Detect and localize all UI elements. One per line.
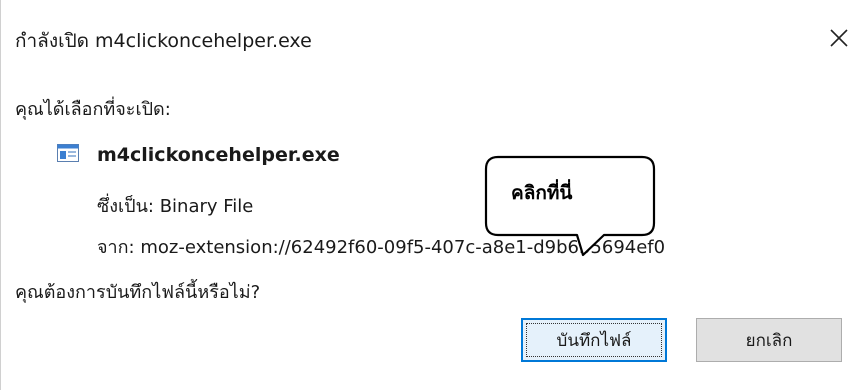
close-button[interactable] <box>819 18 859 58</box>
file-type-value: Binary File <box>159 196 254 217</box>
application-window-icon <box>57 144 79 162</box>
cancel-button[interactable]: ยกเลิก <box>696 318 842 362</box>
save-question: คุณต้องการบันทึกไฟล์นี้หรือไม่? <box>15 282 261 303</box>
file-type-label: ซึ่งเป็น: <box>97 196 154 217</box>
save-file-button-label: บันทึกไฟล์ <box>556 330 632 351</box>
file-name: m4clickoncehelper.exe <box>97 144 340 166</box>
title-bar: กำลังเปิด m4clickoncehelper.exe <box>1 0 864 78</box>
callout-text: คลิกที่นี่ <box>511 182 573 204</box>
close-icon <box>830 29 848 47</box>
save-file-dialog: กำลังเปิด m4clickoncehelper.exe คุณได้เล… <box>0 0 864 390</box>
dialog-footer-edge <box>1 365 864 390</box>
click-here-callout <box>484 155 656 257</box>
save-file-button[interactable]: บันทึกไฟล์ <box>521 318 667 362</box>
dialog-body: คุณได้เลือกที่จะเปิด: m4clickoncehelper.… <box>1 78 864 365</box>
cancel-button-label: ยกเลิก <box>745 330 793 351</box>
file-source-label: จาก: <box>97 237 135 258</box>
file-type-row: ซึ่งเป็น: Binary File <box>97 191 253 220</box>
dialog-title: กำลังเปิด m4clickoncehelper.exe <box>15 30 312 52</box>
open-prompt: คุณได้เลือกที่จะเปิด: <box>15 99 171 120</box>
